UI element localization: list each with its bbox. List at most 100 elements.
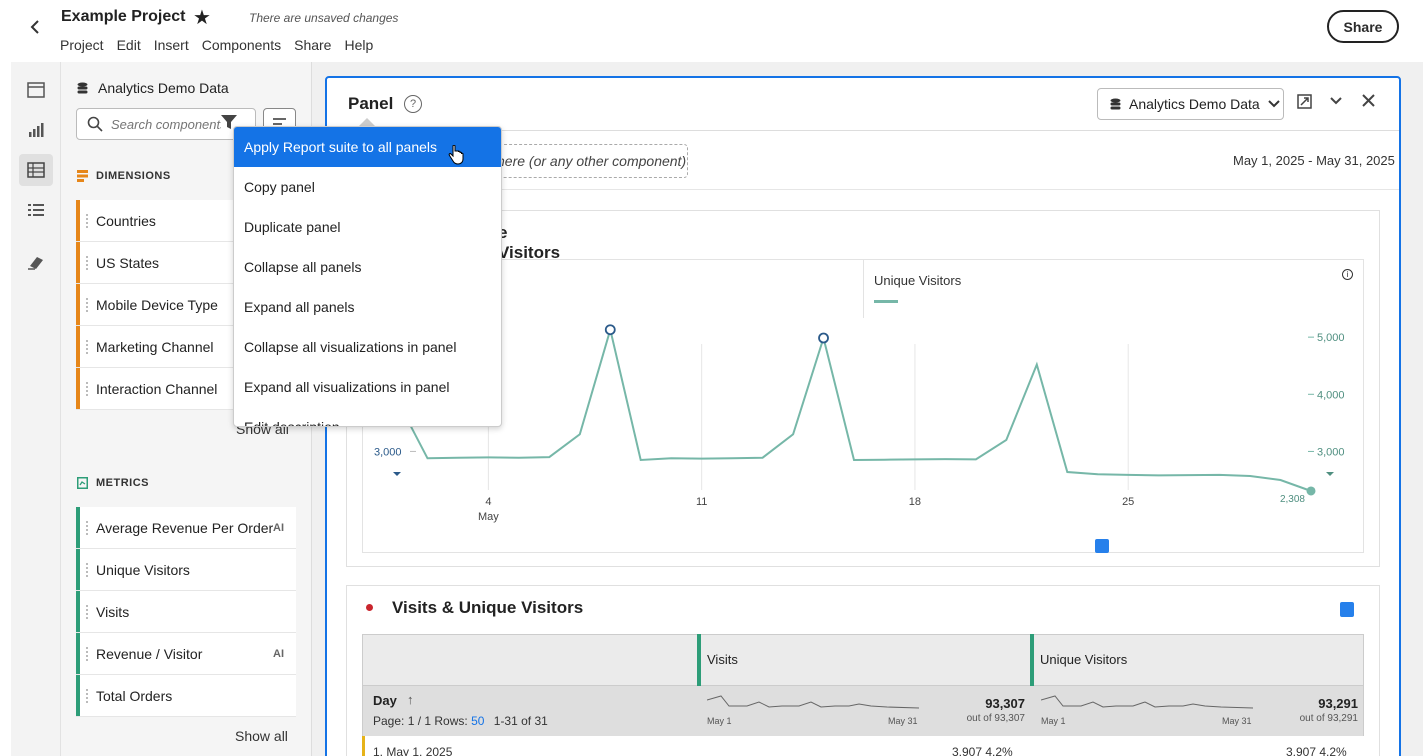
row-uv-value: 3,907 4.2% [1286,745,1347,756]
dimension-header-day[interactable]: Day [373,693,397,708]
menu-item-edit-description[interactable]: Edit description [234,407,501,426]
panel-context-menu: Apply Report suite to all panels Copy pa… [233,126,502,427]
menu-components[interactable]: Components [202,37,281,53]
share-button[interactable]: Share [1327,10,1399,43]
dimension-icon [77,170,88,182]
anomaly-point [604,324,616,336]
rail-panels[interactable] [19,74,53,106]
menu-edit[interactable]: Edit [117,37,141,53]
metric-icon [77,477,88,489]
spark-start-date: May 1 [707,716,732,726]
column-marker [697,634,701,686]
uv-total-sub: out of 93,291 [1299,713,1358,724]
status-dot-icon [366,604,373,611]
close-icon[interactable] [1362,94,1375,112]
star-icon[interactable]: ★ [193,5,211,30]
unsaved-changes-text: There are unsaved changes [249,11,399,25]
chevron-left-icon [30,20,39,34]
menu-project[interactable]: Project [60,37,104,53]
row-label: 1. May 1, 2025 [373,745,453,756]
report-suite-dropdown[interactable]: Analytics Demo Data [1097,88,1284,120]
drag-handle-icon [86,605,88,619]
drag-handle-icon [86,521,88,535]
metric-item[interactable]: Visits [76,591,296,633]
rail-visualizations[interactable] [19,114,53,146]
annotation-icon[interactable] [1095,539,1109,553]
data-point [1306,486,1316,496]
panel-title[interactable]: Panel [348,94,393,114]
x-tick-label: 25 [1122,496,1134,508]
sort-arrow-up-icon[interactable]: ↑ [407,692,414,707]
column-header-unique-visitors[interactable]: Unique Visitors [1040,652,1127,667]
list-icon [28,204,44,216]
drag-handle-icon [86,256,88,270]
rows-per-page[interactable]: 50 [471,714,484,728]
panel-icon [27,82,45,98]
metrics-show-all-link[interactable]: Show all [235,728,288,744]
column-marker [1030,634,1034,686]
x-tick-label: 18 [909,496,921,508]
metric-item[interactable]: Average Revenue Per Order AI [76,507,296,549]
x-tick-label: 11 [696,496,707,508]
table-row[interactable] [362,736,1364,756]
menu-insert[interactable]: Insert [154,37,189,53]
left-rail [11,62,61,756]
spark-end-date: May 31 [888,716,918,726]
segment-dropzone[interactable]: here (or any other component) [470,144,688,178]
y-tick-label-left: 3,000 [374,446,402,458]
report-suite-label: Analytics Demo Data [98,80,229,96]
row-visits-value: 3,907 4.2% [952,745,1013,756]
search-input[interactable] [111,116,221,132]
back-button[interactable] [22,14,48,40]
help-icon[interactable]: ? [404,95,422,113]
visits-total-sub: out of 93,307 [966,713,1025,724]
pagination-info: Page: 1 / 1 Rows: 50 1-31 of 31 [373,714,548,728]
line-chart: 4 11 18 25 May 3,000 4,000 5,000 3,000 2,308 [374,324,1345,523]
hand-cursor-icon [448,145,464,165]
rail-list[interactable] [19,194,53,226]
axis-arrow-icon [393,472,401,476]
anomaly-point [818,332,829,344]
drag-handle-icon [86,689,88,703]
top-bar: Example Project ★ There are unsaved chan… [0,0,1423,62]
y-tick-label-right: 4,000 [1317,389,1345,401]
menu-item-copy-panel[interactable]: Copy panel [234,167,501,207]
menu-item-duplicate-panel[interactable]: Duplicate panel [234,207,501,247]
metric-item[interactable]: Unique Visitors [76,549,296,591]
expand-panel-icon[interactable] [1297,94,1312,114]
project-title[interactable]: Example Project [61,8,186,26]
annotation-icon[interactable] [1340,602,1354,617]
metric-item[interactable]: Total Orders [76,675,296,717]
visits-sparkline [707,695,919,709]
table-viz-title[interactable]: Visits & Unique Visitors [392,598,583,618]
column-header-visits[interactable]: Visits [707,652,738,667]
dimensions-section-title: DIMENSIONS [77,170,171,182]
components-icon [27,162,45,178]
drag-handle-icon [86,298,88,312]
rail-eraser[interactable] [19,246,53,278]
metrics-section-title: METRICS [77,477,149,489]
menu-item-expand-all-viz[interactable]: Expand all visualizations in panel [234,367,501,407]
components-report-suite[interactable]: Analytics Demo Data [77,80,229,96]
drag-handle-icon [86,340,88,354]
visits-total: 93,307 [985,696,1025,711]
menu-item-collapse-all-viz[interactable]: Collapse all visualizations in panel [234,327,501,367]
y-tick-label-right: 5,000 [1317,332,1345,344]
drag-handle-icon [86,214,88,228]
date-range[interactable]: May 1, 2025 - May 31, 2025 [1233,153,1395,168]
menu-share[interactable]: Share [294,37,331,53]
metrics-list: Average Revenue Per Order AI Unique Visit… [76,507,296,717]
rail-components[interactable] [19,154,53,186]
search-icon [87,116,103,132]
menu-help[interactable]: Help [344,37,373,53]
menu-bar: Project Edit Insert Components Share Hel… [60,37,386,53]
eraser-icon [28,257,43,270]
metric-item[interactable]: Revenue / Visitor AI [76,633,296,675]
axis-arrow-icon [1326,472,1334,476]
menu-item-expand-all-panels[interactable]: Expand all panels [234,287,501,327]
collapse-chevron-icon[interactable] [1329,94,1343,113]
menu-item-collapse-all-panels[interactable]: Collapse all panels [234,247,501,287]
series-line [396,325,1312,492]
database-icon [77,82,88,94]
menu-pointer [359,118,375,126]
